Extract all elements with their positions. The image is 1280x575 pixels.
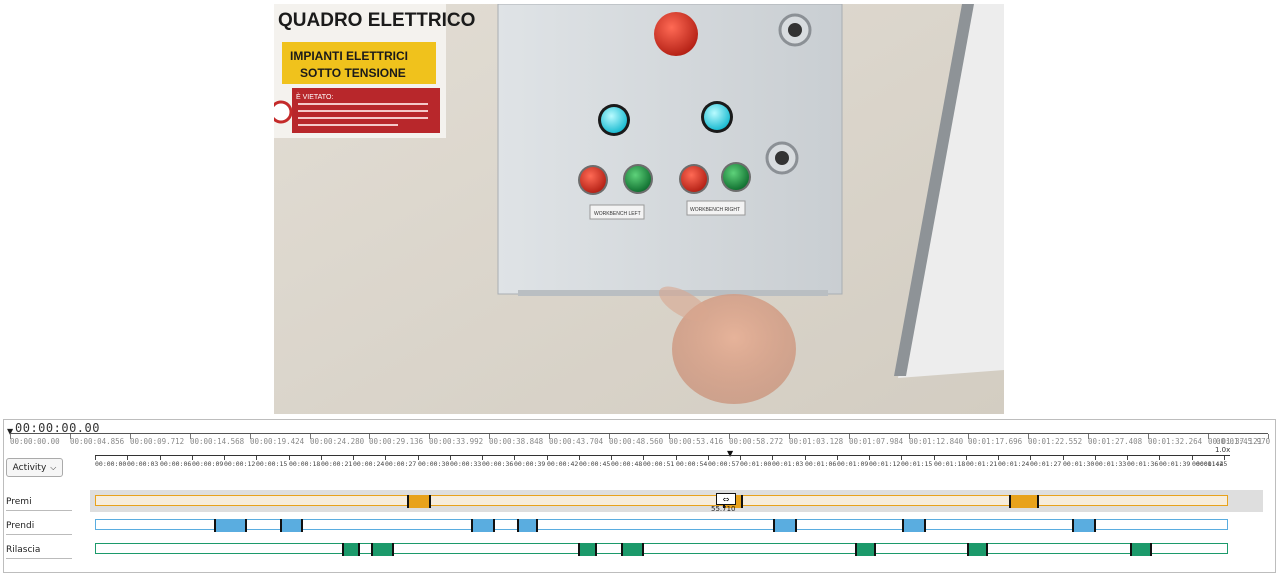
detail-tick-label: 00:00:48 [611, 460, 643, 468]
detail-tick-label: 00:01:18 [934, 460, 966, 468]
detail-tick-label: 00:00:21 [321, 460, 353, 468]
track-prendi[interactable] [95, 519, 1228, 532]
detail-tick-label: 00:01:39 [1159, 460, 1191, 468]
detail-tick-label: 00:00:54 [676, 460, 708, 468]
track-label-prendi: Prendi [6, 521, 72, 535]
detail-tick-label: 00:01:36 [1127, 460, 1159, 468]
detail-tick-label: 00:01:00 [740, 460, 772, 468]
detail-tick-label: 00:00:51 [643, 460, 675, 468]
overview-tick-label: 00:01:27.408 [1088, 437, 1143, 446]
detail-tick-label: 00:00:00 [95, 460, 127, 468]
detail-tick-label: 00:01:03 [772, 460, 804, 468]
detail-tick-label: 00:00:36 [482, 460, 514, 468]
overview-tick-label: 00:01:12.840 [909, 437, 964, 446]
overview-tick-label: 00:00:24.280 [310, 437, 365, 446]
detail-tick-label: 00:00:03 [127, 460, 159, 468]
emergency-stop-button [654, 12, 698, 56]
detail-tick-label: 00:00:39 [514, 460, 546, 468]
activity-segment[interactable] [341, 543, 361, 556]
detail-tick-label: 00:00:27 [385, 460, 417, 468]
detail-tick-label: 00:00:09 [192, 460, 224, 468]
detail-tick-label: 00:00:15 [256, 460, 288, 468]
overview-tick-label: 00:01:17.696 [968, 437, 1023, 446]
detail-tick-label: 00:01:21 [966, 460, 998, 468]
overview-ruler[interactable]: 00:00:00.00 00:00:04.856 00:00:09.712 00:00… [10, 433, 1271, 448]
sign-title: QUADRO ELETTRICO [278, 10, 475, 31]
activity-segment[interactable] [370, 543, 395, 556]
activity-segment[interactable] [772, 519, 798, 532]
overview-tick-label: 00:00:38.848 [489, 437, 544, 446]
overview-tick-label: 00:00:58.272 [729, 437, 784, 446]
detail-tick-label: 00:00:33 [450, 460, 482, 468]
overview-tick-label: 00:00:53.416 [669, 437, 724, 446]
activity-segment[interactable] [279, 519, 304, 532]
detail-tick-label: 00:00:24 [353, 460, 385, 468]
detail-tick-label: 00:00:18 [289, 460, 321, 468]
overview-tick-label: 00:00:29.136 [369, 437, 424, 446]
detail-tick-label: 00:00:45 [579, 460, 611, 468]
overview-tick-label: 00:01:07.984 [849, 437, 904, 446]
detail-tick-label: 00:01:12 [869, 460, 901, 468]
activity-label: Activity [12, 462, 47, 473]
overview-tick-label: 00:00:19.424 [250, 437, 305, 446]
detail-tick-label: 00:01:24 [998, 460, 1030, 468]
label-left: WORKBENCH LEFT [594, 211, 641, 217]
video-frame: QUADRO ELETTRICO IMPIANTI ELETTRICI SOTT… [274, 4, 1004, 414]
overview-tick-label: 00:00:48.560 [609, 437, 664, 446]
detail-tick-label: 00:01:30 [1063, 460, 1095, 468]
track-label-premi: Premi [6, 497, 72, 511]
playhead-time: 55.710 [711, 505, 736, 513]
detail-tick-label: 00:00:12 [224, 460, 256, 468]
activity-segment[interactable] [517, 519, 538, 532]
detail-tick-label: 00:01:33 [1095, 460, 1127, 468]
overview-tick-label: 00:00:33.992 [429, 437, 484, 446]
overview-tick-label: 00:00:14.568 [190, 437, 245, 446]
overview-tick-label: 00:01:03.128 [789, 437, 844, 446]
video-scene: QUADRO ELETTRICO IMPIANTI ELETTRICI SOTT… [274, 4, 1004, 414]
track-label-rilascia: Rilascia [6, 545, 72, 559]
overview-tick-label: 00:00:00.00 [10, 437, 60, 446]
detail-tick-label: 00:00:57 [708, 460, 740, 468]
sign-warning-2: SOTTO TENSIONE [300, 66, 406, 80]
label-right: WORKBENCH RIGHT [690, 207, 740, 213]
track-rilascia[interactable] [95, 543, 1228, 556]
detail-tick-label: 00:01:15 [901, 460, 933, 468]
detail-tick-label: 00:00:30 [418, 460, 450, 468]
activity-segment[interactable] [213, 519, 247, 532]
sign-warning-1: IMPIANTI ELETTRICI [290, 49, 408, 63]
overview-tick-label: 00:00:43.704 [549, 437, 604, 446]
chevron-down-icon: ⌵ [50, 462, 57, 472]
overview-tick-label: 00:00:09.712 [130, 437, 185, 446]
detail-ruler[interactable]: 00:00:00 00:00:03 00:00:06 00:00:09 00:00:12… [95, 455, 1230, 472]
sign-forbidden: È VIETATO: [296, 92, 333, 101]
activity-segment[interactable] [578, 543, 598, 556]
detail-tick-label: 00:01:09 [837, 460, 869, 468]
track-premi[interactable] [95, 495, 1228, 508]
activity-dropdown[interactable]: Activity ⌵ [6, 458, 63, 477]
detail-tick-label: 00:01:06 [805, 460, 837, 468]
activity-segment[interactable] [1009, 495, 1039, 508]
playhead-handle[interactable]: ⇔ [716, 493, 736, 505]
activity-segment[interactable] [471, 519, 495, 532]
activity-segment[interactable] [967, 543, 988, 556]
activity-segment[interactable] [620, 543, 645, 556]
detail-tick-label: 00:00:42 [547, 460, 579, 468]
overview-tick-label: 00:01:22.552 [1028, 437, 1083, 446]
activity-segment[interactable] [1072, 519, 1096, 532]
overview-tick-label: 00:00:04.856 [70, 437, 125, 446]
activity-segment[interactable] [902, 519, 926, 532]
overview-tick-label: 00:01:45.970 [1216, 437, 1271, 446]
zoom-level: 1.0x [1215, 446, 1231, 454]
detail-tick-label: 00:01:27 [1030, 460, 1062, 468]
detail-tick-label: 00:01:45 [1196, 460, 1228, 468]
activity-segment[interactable] [407, 495, 431, 508]
activity-segment[interactable] [855, 543, 877, 556]
detail-tick-label: 00:00:06 [160, 460, 192, 468]
overview-tick-label: 00:01:32.264 [1148, 437, 1203, 446]
activity-segment[interactable] [1129, 543, 1153, 556]
